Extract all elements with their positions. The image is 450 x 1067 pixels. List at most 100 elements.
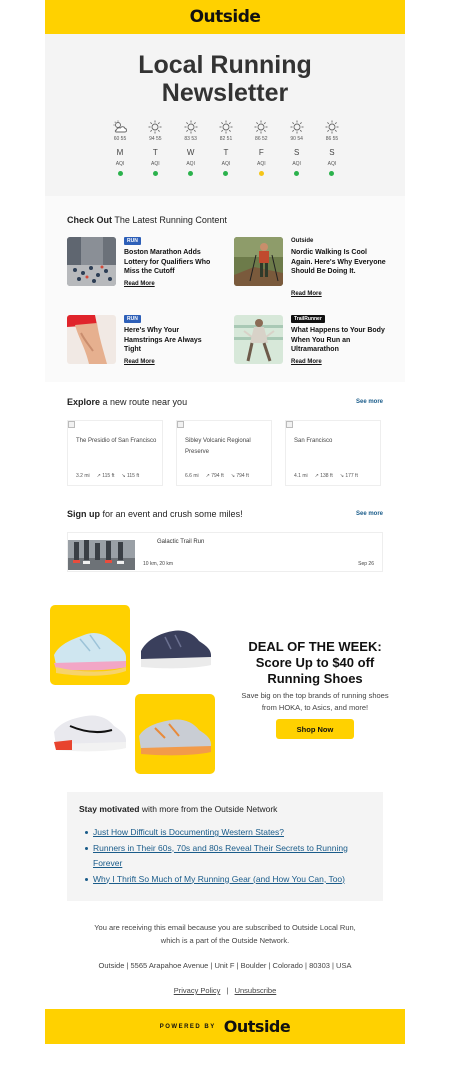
- aqi-label: AQI: [115, 161, 125, 167]
- weather-temps: 94 55: [149, 136, 162, 142]
- bullet-icon: [85, 846, 88, 850]
- heading-bold: Stay motivated: [79, 804, 140, 814]
- heading-bold: Explore: [67, 397, 101, 407]
- elevation-loss: ↘ 794 ft: [231, 473, 249, 479]
- aqi-label: AQI: [257, 161, 266, 167]
- deal-headline-line-2: Score Up to $40 off: [255, 655, 375, 670]
- outside-logo[interactable]: Outside: [190, 7, 261, 27]
- article-title[interactable]: Nordic Walking Is Cool Again. Here's Why…: [291, 248, 386, 277]
- elevation-gain-value: 138 ft: [320, 473, 333, 479]
- weather-day: 94 55 T AQI: [142, 120, 168, 176]
- outside-footer-logo[interactable]: Outside: [224, 1017, 291, 1036]
- run-badge: RUN: [124, 315, 141, 323]
- article-title[interactable]: Here's Why Your Hamstrings Are Always Ti…: [124, 326, 219, 355]
- signup-heading: Sign up for an event and crush some mile…: [67, 509, 243, 519]
- article-thumbnail[interactable]: [67, 315, 116, 364]
- list-item: Just How Difficult is Documenting Wester…: [85, 825, 369, 841]
- run-badge: RUN: [124, 237, 141, 245]
- elevation-gain: ↗ 138 ft: [315, 473, 333, 479]
- sun-icon: [324, 120, 340, 134]
- read-more-link[interactable]: Read More: [124, 359, 155, 365]
- read-more-link[interactable]: Read More: [124, 281, 155, 287]
- article-card[interactable]: RUN Boston Marathon Adds Lottery for Qua…: [67, 237, 217, 297]
- network-link[interactable]: Just How Difficult is Documenting Wester…: [93, 827, 284, 837]
- network-link[interactable]: Runners in Their 60s, 70s and 80s Reveal…: [93, 843, 348, 869]
- aqi-label: AQI: [151, 161, 160, 167]
- article-card[interactable]: Outside Nordic Walking Is Cool Again. He…: [234, 237, 386, 297]
- privacy-policy-link[interactable]: Privacy Policy: [174, 986, 221, 995]
- route-name[interactable]: San Francisco: [294, 436, 376, 447]
- aqi-status-dot: [294, 171, 300, 176]
- heading-rest: a new route near you: [100, 397, 188, 407]
- explore-section: Explore a new route near you See more Th…: [45, 382, 405, 592]
- network-link[interactable]: Why I Thrift So Much of My Running Gear …: [93, 874, 345, 884]
- latest-content-section: Check Out The Latest Running Content RUN…: [45, 196, 405, 382]
- mailing-address: Outside | 5565 Arapahoe Avenue | Unit F …: [98, 961, 352, 970]
- shop-now-button[interactable]: Shop Now: [276, 719, 354, 739]
- deal-headline-line-1: DEAL OF THE WEEK:: [248, 639, 382, 654]
- trailrunner-badge: TrailRunner: [291, 315, 325, 323]
- sun-icon: [183, 120, 199, 134]
- shoe-image[interactable]: [50, 692, 130, 772]
- route-stats: 6.6 mi ↗ 794 ft ↘ 794 ft: [185, 473, 249, 479]
- outside-badge: Outside: [291, 238, 314, 244]
- route-distance: 4.1 mi: [294, 473, 308, 479]
- route-card[interactable]: Sibley Volcanic Regional Preserve 6.6 mi…: [176, 420, 272, 486]
- aqi-label: AQI: [327, 161, 337, 167]
- route-card[interactable]: San Francisco 4.1 mi ↗ 138 ft ↘ 177 ft: [285, 420, 381, 486]
- route-name[interactable]: The Presidio of San Francisco: [76, 436, 158, 447]
- weather-temps: 86 55: [325, 136, 339, 142]
- shoe-image[interactable]: [135, 605, 215, 685]
- route-name[interactable]: Sibley Volcanic Regional Preserve: [185, 436, 267, 458]
- route-image: [177, 421, 184, 428]
- weather-day-label: F: [258, 148, 264, 157]
- events-see-more-link[interactable]: See more: [356, 511, 383, 517]
- link-separator: |: [226, 986, 229, 995]
- routes-see-more-link[interactable]: See more: [356, 399, 383, 405]
- stay-motivated-section: Stay motivated with more from the Outsid…: [67, 792, 383, 901]
- weather-day-label: M: [116, 148, 124, 157]
- event-date: Sep 26: [358, 561, 374, 567]
- aqi-status-dot: [188, 171, 194, 176]
- event-image[interactable]: [68, 540, 135, 570]
- shoe-image[interactable]: [135, 694, 215, 774]
- notice-line-2: which is a part of the Outside Network.: [160, 935, 290, 945]
- article-title[interactable]: What Happens to Your Body When You Run a…: [291, 326, 386, 355]
- read-more-link[interactable]: Read More: [291, 359, 322, 365]
- hero-section: Local Running Newsletter 60 55 M AQI 94 55 T…: [45, 34, 405, 196]
- weather-day-label: W: [186, 148, 195, 157]
- weather-day: 82 51 T AQI: [213, 120, 239, 176]
- aqi-status-dot: [329, 171, 335, 176]
- article-thumbnail[interactable]: [67, 237, 116, 286]
- route-card[interactable]: The Presidio of San Francisco 3.2 mi ↗ 1…: [67, 420, 163, 486]
- elevation-gain: ↗ 115 ft: [97, 473, 115, 479]
- weather-temps: 60 55: [113, 136, 127, 142]
- article-thumbnail[interactable]: [234, 237, 283, 286]
- sun-icon: [218, 120, 234, 134]
- article-thumbnail[interactable]: [234, 315, 283, 364]
- unsubscribe-link[interactable]: Unsubscribe: [235, 986, 277, 995]
- event-card[interactable]: Galactic Trail Run 10 km, 20 km Sep 26: [67, 532, 383, 572]
- heading-bold: Sign up: [67, 509, 100, 519]
- shoe-image[interactable]: [50, 605, 130, 685]
- partly-cloudy-icon: [112, 120, 128, 134]
- weather-day: 86 55 S AQI: [319, 120, 345, 176]
- article-title[interactable]: Boston Marathon Adds Lottery for Qualifi…: [124, 248, 219, 277]
- article-card[interactable]: RUN Here's Why Your Hamstrings Are Alway…: [67, 315, 217, 375]
- heading-rest: The Latest Running Content: [112, 215, 227, 225]
- aqi-status-dot: [152, 171, 158, 176]
- newsletter-title: Local Running Newsletter: [45, 51, 405, 107]
- latest-content-heading: Check Out The Latest Running Content: [67, 215, 227, 225]
- weather-day: 83 53 W AQI: [178, 120, 204, 176]
- stay-motivated-heading: Stay motivated with more from the Outsid…: [79, 804, 277, 814]
- elevation-loss: ↘ 177 ft: [340, 473, 358, 479]
- read-more-link[interactable]: Read More: [291, 291, 322, 297]
- event-name[interactable]: Galactic Trail Run: [157, 539, 204, 545]
- article-card[interactable]: TrailRunner What Happens to Your Body Wh…: [234, 315, 386, 375]
- weather-day: 86 52 F AQI: [248, 120, 274, 176]
- arrow-up-icon: ↗: [205, 473, 210, 479]
- event-distances: 10 km, 20 km: [143, 561, 174, 567]
- title-line-1: Local Running: [138, 51, 312, 79]
- aqi-label: AQI: [292, 161, 301, 167]
- list-item: Why I Thrift So Much of My Running Gear …: [85, 872, 369, 888]
